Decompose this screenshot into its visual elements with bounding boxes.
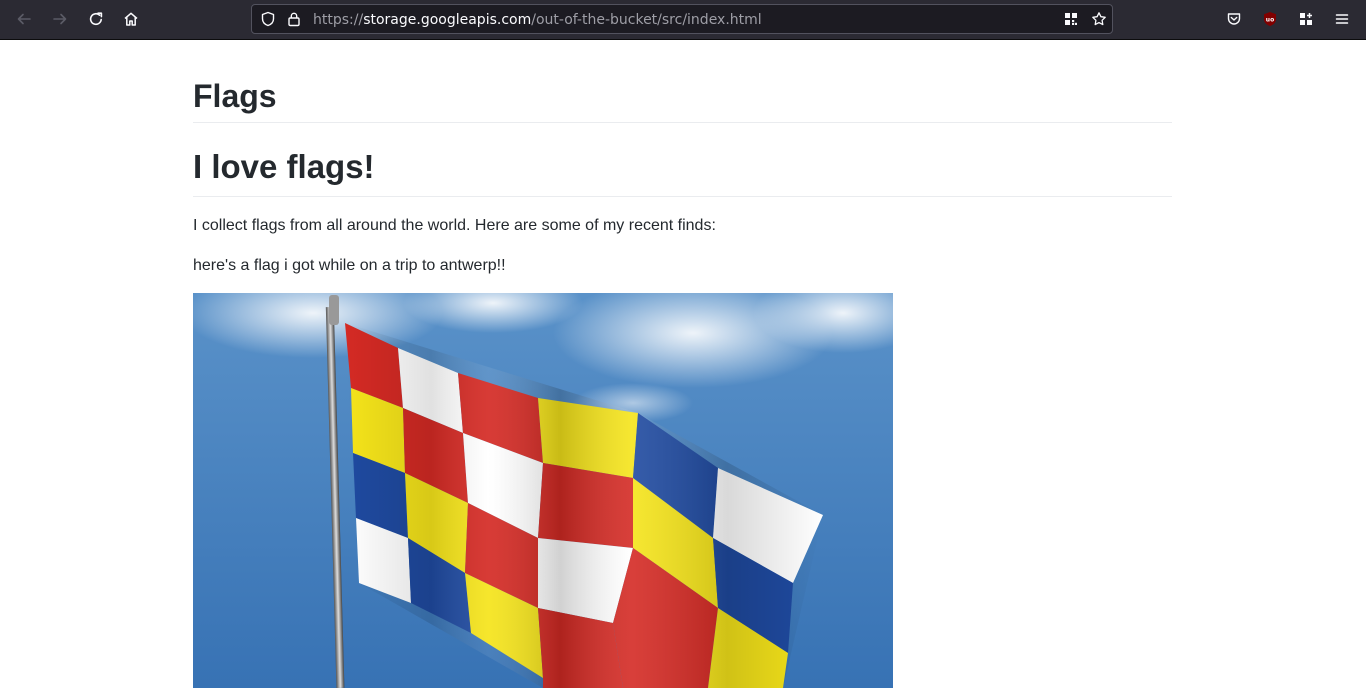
ublock-icon[interactable]: uo xyxy=(1256,5,1284,33)
browser-toolbar: https://storage.googleapis.com/out-of-th… xyxy=(0,0,1366,40)
url-scheme: https:// xyxy=(313,12,364,28)
lock-icon[interactable] xyxy=(286,11,302,27)
url-text[interactable]: https://storage.googleapis.com/out-of-th… xyxy=(313,11,762,29)
home-icon[interactable] xyxy=(117,5,145,33)
flag-caption: here's a flag i got while on a trip to a… xyxy=(193,257,506,274)
intro-paragraph: I collect flags from all around the worl… xyxy=(193,217,716,234)
page-title: Flags xyxy=(193,78,277,114)
pocket-icon[interactable] xyxy=(1220,5,1248,33)
svg-text:uo: uo xyxy=(1266,17,1274,24)
qr-code-icon[interactable] xyxy=(1063,11,1079,27)
hamburger-menu-icon[interactable] xyxy=(1328,5,1356,33)
title-divider xyxy=(193,122,1172,123)
antwerp-flag-photo xyxy=(193,293,893,688)
heading-divider xyxy=(193,196,1172,197)
section-heading: I love flags! xyxy=(193,148,375,185)
url-path: /out-of-the-bucket/src/index.html xyxy=(531,12,762,28)
back-arrow-icon[interactable] xyxy=(10,5,38,33)
address-bar[interactable]: https://storage.googleapis.com/out-of-th… xyxy=(251,4,1113,34)
reload-icon[interactable] xyxy=(82,5,110,33)
url-host: storage.googleapis.com xyxy=(363,12,532,28)
extensions-icon[interactable] xyxy=(1292,5,1320,33)
forward-arrow-icon[interactable] xyxy=(46,5,74,33)
star-icon[interactable] xyxy=(1091,11,1107,27)
shield-icon[interactable] xyxy=(260,11,276,27)
